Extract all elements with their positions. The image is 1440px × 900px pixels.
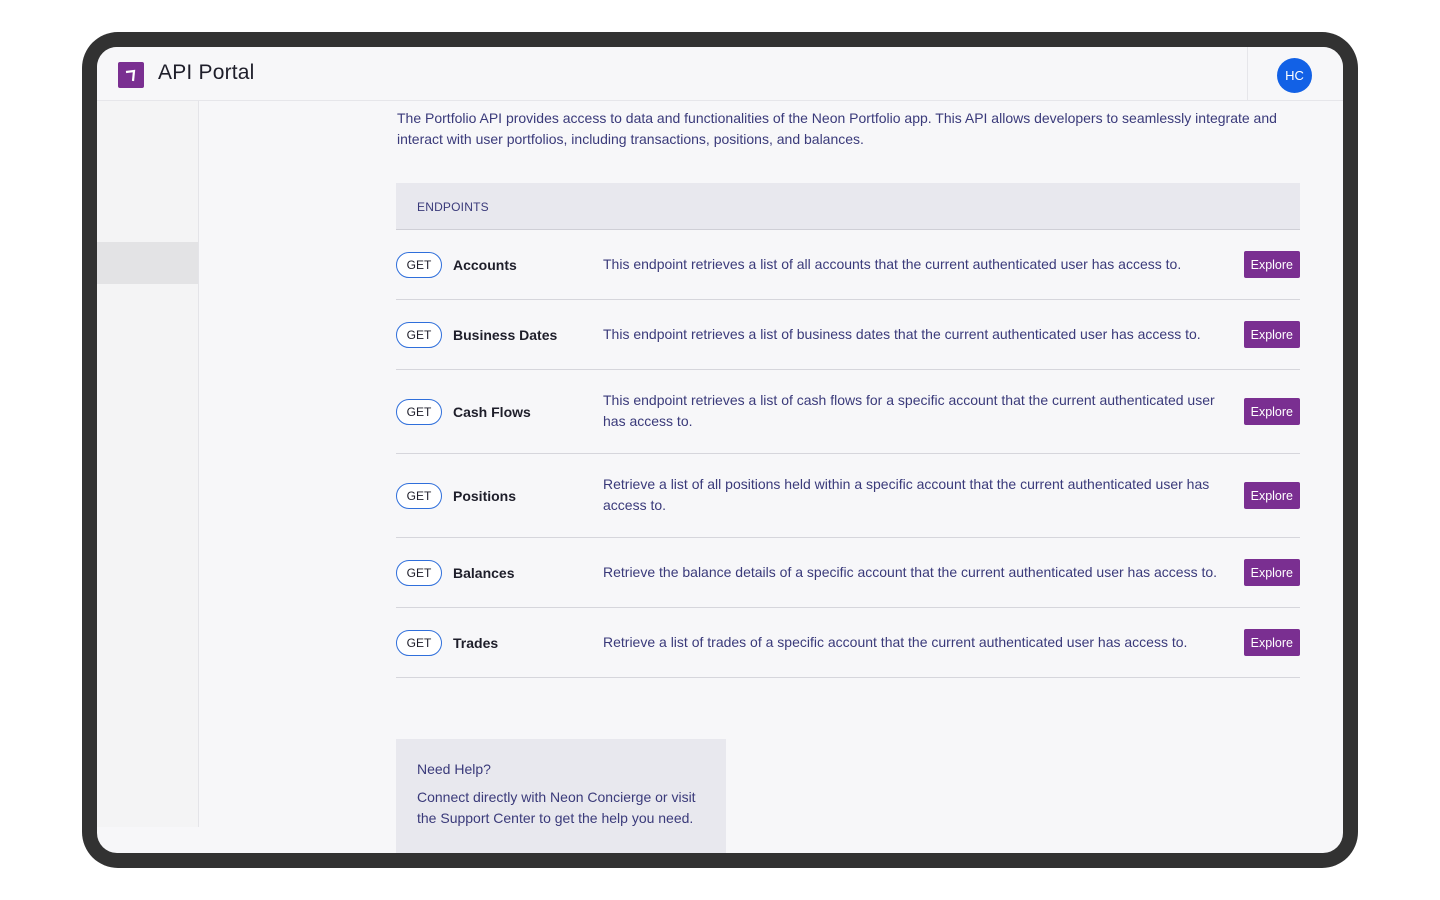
endpoint-row-cash-flows: GET Cash Flows This endpoint retrieves a… <box>396 370 1300 454</box>
help-text: Connect directly with Neon Concierge or … <box>417 789 696 826</box>
endpoint-name: Trades <box>453 635 499 651</box>
top-bar: API Portal HC <box>97 47 1343 101</box>
api-description: The Portfolio API provides access to dat… <box>397 110 1277 147</box>
device-frame: API Portal HC The Portfolio API provides… <box>82 32 1358 868</box>
endpoint-name: Accounts <box>453 257 517 273</box>
endpoint-description: This endpoint retrieves a list of cash f… <box>603 392 1215 429</box>
endpoints-table-header: ENDPOINTS <box>396 183 1300 230</box>
method-badge: GET <box>396 252 442 278</box>
endpoint-name: Positions <box>453 488 517 504</box>
explore-button-business-dates[interactable]: Explore <box>1243 321 1300 348</box>
explore-button-trades[interactable]: Explore <box>1243 629 1300 656</box>
endpoint-row-business-dates: GET Business Dates This endpoint retriev… <box>396 300 1300 370</box>
explore-button-accounts[interactable]: Explore <box>1243 251 1300 278</box>
sidebar-item-active[interactable] <box>97 242 198 284</box>
method-badge: GET <box>396 483 442 509</box>
endpoint-row-trades: GET Trades Retrieve a list of trades of … <box>396 608 1300 678</box>
endpoint-name: Business Dates <box>453 327 558 343</box>
help-card: Need Help? Connect directly with Neon Co… <box>396 739 726 853</box>
endpoint-row-balances: GET Balances Retrieve the balance detail… <box>396 538 1300 608</box>
endpoint-description: This endpoint retrieves a list of busine… <box>603 326 1201 342</box>
explore-button-balances[interactable]: Explore <box>1243 559 1300 586</box>
arrow-up-right-icon <box>125 69 136 82</box>
header-divider <box>1247 47 1248 101</box>
method-badge: GET <box>396 630 442 656</box>
help-title: Need Help? <box>417 761 491 777</box>
endpoint-row-positions: GET Positions Retrieve a list of all pos… <box>396 454 1300 538</box>
sidebar <box>97 101 199 827</box>
app-logo[interactable] <box>118 62 144 88</box>
method-badge: GET <box>396 399 442 425</box>
endpoints-heading: ENDPOINTS <box>417 200 489 214</box>
endpoint-description: Retrieve a list of all positions held wi… <box>603 476 1210 513</box>
explore-button-positions[interactable]: Explore <box>1243 482 1300 509</box>
explore-button-cash-flows[interactable]: Explore <box>1243 398 1300 425</box>
endpoint-row-accounts: GET Accounts This endpoint retrieves a l… <box>396 230 1300 300</box>
method-badge: GET <box>396 322 442 348</box>
user-avatar[interactable]: HC <box>1277 58 1312 93</box>
endpoint-description: Retrieve the balance details of a specif… <box>603 564 1218 580</box>
endpoint-name: Cash Flows <box>453 404 531 420</box>
endpoint-description: This endpoint retrieves a list of all ac… <box>603 256 1182 272</box>
method-badge: GET <box>396 560 442 586</box>
screen: API Portal HC The Portfolio API provides… <box>97 47 1343 853</box>
endpoint-name: Balances <box>453 565 515 581</box>
app-title: API Portal <box>158 61 255 84</box>
endpoint-description: Retrieve a list of trades of a specific … <box>603 634 1188 650</box>
